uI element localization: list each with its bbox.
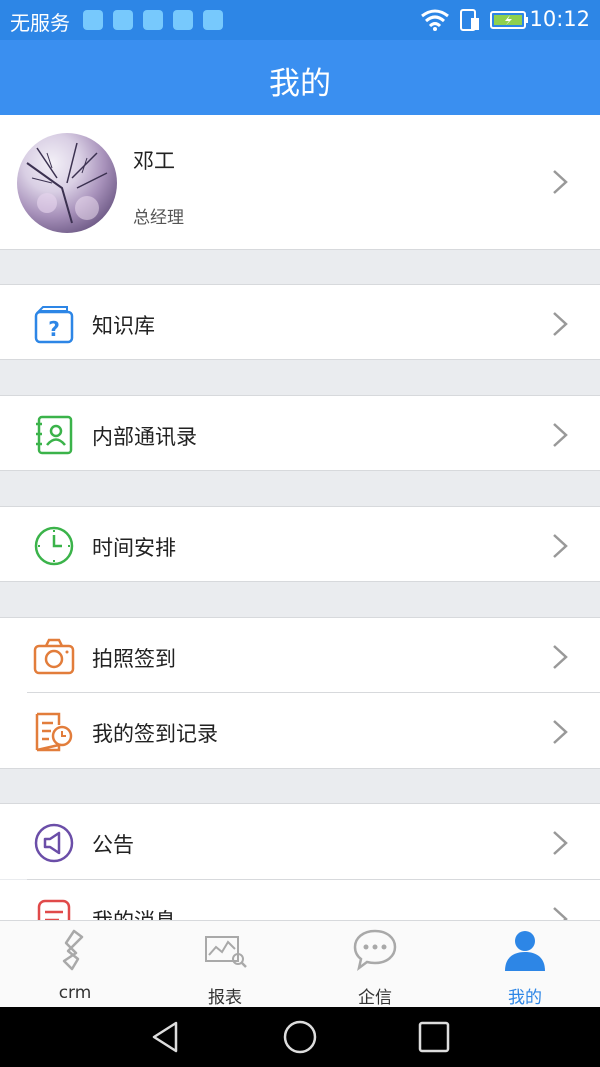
announcement-icon bbox=[34, 823, 74, 863]
menu-item-label: 内部通讯录 bbox=[92, 425, 197, 449]
chevron-right-icon bbox=[553, 534, 568, 558]
svg-text:?: ? bbox=[48, 317, 60, 341]
knowledge-base-icon: ? bbox=[34, 306, 74, 344]
avatar-tree-image bbox=[26, 142, 108, 224]
image-notification-icon bbox=[203, 10, 223, 30]
chevron-right-icon bbox=[553, 312, 568, 336]
title-bar: 我的 bbox=[0, 40, 600, 115]
tab-label: crm bbox=[58, 983, 92, 1003]
location-notification-icon bbox=[83, 10, 103, 30]
tab-label: 报表 bbox=[208, 988, 242, 1008]
menu-item-checkin-records[interactable]: 我的签到记录 bbox=[0, 693, 600, 769]
menu-item-messages[interactable]: 我的消息 bbox=[0, 880, 600, 920]
contacts-book-icon bbox=[36, 415, 73, 455]
chevron-right-icon bbox=[553, 423, 568, 447]
chevron-right-icon bbox=[553, 831, 568, 855]
avatar bbox=[17, 133, 117, 233]
system-navigation-bar bbox=[0, 1007, 600, 1067]
tab-report[interactable]: 报表 bbox=[150, 921, 300, 1008]
carrier-text: 无服务 bbox=[10, 11, 70, 35]
tab-messaging[interactable]: 企信 bbox=[300, 921, 450, 1008]
checkin-record-icon bbox=[35, 712, 73, 752]
menu-item-knowledge-base[interactable]: ? 知识库 bbox=[0, 284, 600, 360]
bottom-tab-bar: crm 报表 企信 我的 bbox=[0, 920, 600, 1008]
sim-card-icon bbox=[460, 9, 479, 31]
menu-item-label: 我的签到记录 bbox=[92, 722, 218, 746]
crm-logo-icon bbox=[62, 929, 84, 971]
chat-bubble-icon bbox=[353, 929, 397, 972]
menu-item-contacts[interactable]: 内部通讯录 bbox=[0, 395, 600, 471]
chevron-right-icon bbox=[553, 907, 568, 920]
content-scroll-area[interactable]: 邓工 总经理 ? 知识库 内部通讯录 时间安排 拍照签到 我的签到记录 公告 bbox=[0, 115, 600, 920]
person-icon bbox=[505, 931, 545, 971]
health-notification-icon bbox=[143, 10, 163, 30]
menu-item-schedule[interactable]: 时间安排 bbox=[0, 506, 600, 582]
clock-icon bbox=[34, 526, 74, 566]
menu-item-label: 我的消息 bbox=[92, 905, 176, 920]
chevron-right-icon bbox=[553, 720, 568, 744]
menu-item-label: 知识库 bbox=[92, 314, 155, 338]
report-chart-icon bbox=[205, 936, 247, 968]
profile-card[interactable]: 邓工 总经理 bbox=[0, 115, 600, 250]
clock-time: 10:12 bbox=[529, 7, 590, 31]
menu-item-photo-checkin[interactable]: 拍照签到 bbox=[0, 617, 600, 693]
page-title: 我的 bbox=[269, 66, 331, 102]
wifi-icon bbox=[421, 9, 449, 31]
tab-label: 我的 bbox=[508, 988, 542, 1008]
menu-item-label: 拍照签到 bbox=[92, 647, 176, 671]
tab-me[interactable]: 我的 bbox=[450, 921, 600, 1008]
back-icon[interactable] bbox=[148, 1019, 184, 1055]
tab-label: 企信 bbox=[358, 988, 392, 1008]
menu-item-label: 时间安排 bbox=[92, 536, 176, 560]
battery-icon bbox=[490, 11, 528, 29]
message-icon bbox=[37, 899, 71, 920]
home-icon[interactable] bbox=[282, 1019, 318, 1055]
usb-notification-icon bbox=[173, 10, 193, 30]
recent-apps-icon[interactable] bbox=[416, 1019, 452, 1055]
tab-crm[interactable]: crm bbox=[0, 921, 150, 1008]
menu-item-label: 公告 bbox=[92, 833, 134, 857]
app-notification-icon bbox=[113, 10, 133, 30]
profile-name: 邓工 bbox=[133, 149, 175, 173]
chevron-right-icon bbox=[553, 645, 568, 669]
camera-icon bbox=[33, 638, 75, 675]
profile-role: 总经理 bbox=[133, 208, 184, 228]
chevron-right-icon bbox=[553, 170, 568, 194]
status-bar: 无服务 10:12 bbox=[0, 0, 600, 40]
menu-item-announcement[interactable]: 公告 bbox=[0, 803, 600, 879]
